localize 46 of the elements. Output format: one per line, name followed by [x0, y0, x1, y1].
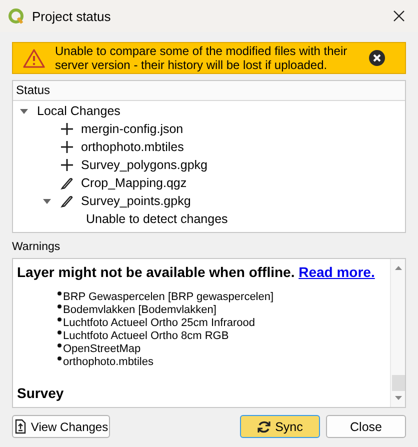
- scroll-up-icon[interactable]: [394, 265, 402, 271]
- bullet-icon: [57, 356, 62, 361]
- tree-item[interactable]: Survey_points.gpkg: [81, 194, 191, 208]
- layer-name: Luchtfoto Actueel Ortho 8cm RGB: [63, 330, 229, 343]
- sync-icon: [257, 420, 272, 434]
- bullet-icon: [57, 304, 62, 309]
- bullet-icon: [57, 343, 62, 348]
- warning-message: Unable to compare some of the modified files with their server version - their history will be lost if uploaded.: [55, 44, 348, 72]
- view-button[interactable]: View Changes: [12, 415, 110, 438]
- collapse-arrow-icon[interactable]: [19, 107, 29, 115]
- layer-name: Bodemvlakken [Bodemvlakken]: [63, 304, 216, 317]
- close-icon[interactable]: [392, 9, 406, 23]
- bullet-icon: [57, 330, 62, 335]
- window-title: Project status: [32, 8, 112, 24]
- pencil-icon: [60, 176, 74, 190]
- tree-item[interactable]: Survey_polygons.gpkg: [81, 158, 208, 172]
- bullet-icon: [57, 291, 62, 296]
- bullet-icon: [57, 317, 62, 322]
- warning-heading: Layer might not be available when offline. Read more.: [17, 264, 376, 280]
- plus-icon: [60, 122, 74, 136]
- scrollbar[interactable]: [390, 259, 405, 407]
- column-header: Status: [13, 81, 405, 101]
- close-button[interactable]: Close: [326, 415, 406, 438]
- pencil-icon: [60, 194, 74, 208]
- status-message: Unable to detect changes: [86, 212, 228, 226]
- warning-icon: [23, 48, 45, 68]
- section-label: Warnings: [12, 240, 60, 255]
- read-more-link[interactable]: Read more.: [298, 264, 375, 280]
- tree-item[interactable]: mergin-config.json: [81, 122, 184, 136]
- section-heading: Survey: [17, 385, 64, 401]
- scroll-down-icon[interactable]: [394, 395, 402, 401]
- layer-name: OpenStreetMap: [63, 343, 141, 356]
- tree-item[interactable]: Local Changes: [37, 104, 120, 118]
- scroll-thumb[interactable]: [392, 375, 404, 391]
- document-icon: [14, 419, 27, 434]
- layer-name: BRP Gewaspercelen [BRP gewaspercelen]: [63, 291, 274, 304]
- tree-item[interactable]: orthophoto.mbtiles: [81, 140, 184, 154]
- dismiss-icon[interactable]: [369, 50, 385, 66]
- plus-icon: [60, 158, 74, 172]
- tree-item[interactable]: Crop_Mapping.qgz: [81, 176, 187, 190]
- sync-button[interactable]: Sync: [240, 415, 320, 438]
- layer-name: Luchtfoto Actueel Ortho 25cm Infrarood: [63, 317, 256, 330]
- app-logo-icon: [8, 8, 24, 24]
- plus-icon: [60, 140, 74, 154]
- collapse-arrow-icon[interactable]: [42, 197, 52, 205]
- layer-name: orthophoto.mbtiles: [63, 356, 154, 369]
